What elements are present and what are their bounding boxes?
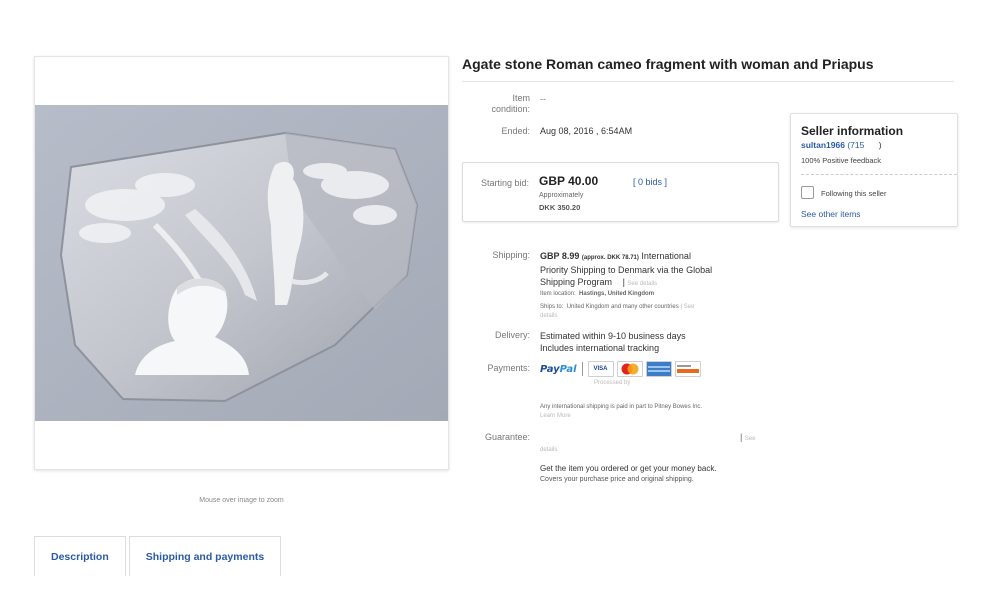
guarantee-see: | See xyxy=(740,432,756,442)
bids-link[interactable]: [ 0 bids ] xyxy=(633,177,667,187)
tab-description[interactable]: Description xyxy=(34,536,126,576)
image-panel xyxy=(34,56,449,470)
discover-card-icon xyxy=(674,361,701,377)
follow-seller-checkbox[interactable] xyxy=(801,186,814,199)
guarantee-label: Guarantee: xyxy=(484,432,530,442)
seller-score[interactable]: (715 xyxy=(847,140,864,150)
delivery-label: Delivery: xyxy=(494,330,530,340)
ships-to-label: Ships to: xyxy=(540,304,564,310)
cameo-photo[interactable] xyxy=(35,105,448,421)
see-other-items-link[interactable]: See other items xyxy=(801,209,861,219)
visa-card-icon: VISA xyxy=(587,361,614,377)
guarantee-see-link[interactable]: See xyxy=(745,436,756,442)
payments-label: Payments: xyxy=(487,363,530,373)
ended-value: Aug 08, 2016 , 6:54AM xyxy=(540,126,633,136)
starting-bid-value: GBP 40.00 xyxy=(539,174,599,188)
ships-see-link[interactable]: | See xyxy=(680,304,694,310)
approx-value: DKK 350.20 xyxy=(539,203,581,212)
paypal-logo-pal: Pal xyxy=(559,363,577,375)
amex-stripes-icon xyxy=(647,366,670,372)
discover-stripe-icon xyxy=(676,365,699,373)
mastercard-icon xyxy=(616,361,643,377)
shipping-label: Shipping: xyxy=(492,250,530,260)
ships-details-link[interactable]: details xyxy=(540,313,557,319)
seller-title: Seller information xyxy=(801,124,904,138)
learn-more-link[interactable]: Learn More xyxy=(540,413,571,419)
separator xyxy=(581,362,583,376)
starting-bid-box: Starting bid: GBP 40.00 [ 0 bids ] Appro… xyxy=(462,162,779,222)
ships-to: Ships to: United Kingdom and many other … xyxy=(540,304,694,310)
shipping-desc-1: International xyxy=(641,251,691,261)
item-title: Agate stone Roman cameo fragment with wo… xyxy=(462,56,874,72)
tab-bar: Description Shipping and payments xyxy=(34,536,282,576)
approx-label: Approximately xyxy=(539,192,584,199)
condition-label-line-1: Item xyxy=(512,93,530,103)
seller-feedback: 100% Positive feedback xyxy=(801,156,882,165)
seller-name: sultan1966 (715 ) xyxy=(801,140,882,150)
seller-score-close: ) xyxy=(878,140,882,150)
item-location: Item location: Hastings, United Kingdom xyxy=(540,291,654,297)
tab-shipping-and-payments[interactable]: Shipping and payments xyxy=(128,536,282,576)
divider xyxy=(801,174,957,175)
item-location-label: Item location: xyxy=(540,291,576,297)
shipping-desc-2: Priority Shipping to Denmark via the Glo… xyxy=(540,265,713,275)
delivery-estimate: Estimated within 9-10 business days xyxy=(540,331,686,341)
processed-by: Processed by xyxy=(594,380,631,386)
delivery-tracking: Includes international tracking xyxy=(540,343,660,353)
condition-label: Item condition: xyxy=(470,93,530,115)
delivery-info: Estimated within 9-10 business days Incl… xyxy=(540,330,686,354)
condition-value: -- xyxy=(540,94,546,104)
guarantee-details-link[interactable]: details xyxy=(540,447,557,453)
condition-label-line-2: condition: xyxy=(491,104,530,114)
follow-seller-label: Following this seller xyxy=(821,189,887,198)
payment-methods: PayPal VISA xyxy=(540,358,704,380)
pitney-bowes-note: Any international shipping is paid in pa… xyxy=(540,404,703,410)
shipping-price: GBP 8.99 xyxy=(540,251,580,261)
seller-information-box: Seller information sultan1966 (715 ) 100… xyxy=(790,113,958,227)
shipping-desc-3: Shipping Program xyxy=(540,277,613,287)
paypal-logo-pay: Pay xyxy=(540,363,560,375)
divider xyxy=(462,81,954,82)
zoom-hint: Mouse over image to zoom xyxy=(199,497,284,504)
listing-page: Mouse over image to zoom Description Shi… xyxy=(0,0,1000,591)
starting-bid-label: Starting bid: xyxy=(480,178,529,188)
cameo-image xyxy=(35,105,448,421)
shipping-info: GBP 8.99 (approx. DKK 78.71) Internation… xyxy=(540,251,713,287)
paypal-logo: PayPal xyxy=(540,364,577,375)
amex-card-icon xyxy=(645,361,672,377)
ships-to-value: United Kingdom and many other countries xyxy=(566,304,679,310)
guarantee-text: Get the item you ordered or get your mon… xyxy=(540,463,717,485)
see-details-link[interactable]: See details xyxy=(627,281,657,287)
item-location-value: Hastings, United Kingdom xyxy=(579,291,655,297)
guarantee-line-1: Get the item you ordered or get your mon… xyxy=(540,464,717,473)
seller-username-link[interactable]: sultan1966 xyxy=(801,140,845,150)
ended-label: Ended: xyxy=(501,126,530,136)
shipping-approx: (approx. DKK 78.71) xyxy=(581,255,639,261)
guarantee-line-2: Covers your purchase price and original … xyxy=(540,476,694,483)
mastercard-circles-icon xyxy=(621,363,639,375)
